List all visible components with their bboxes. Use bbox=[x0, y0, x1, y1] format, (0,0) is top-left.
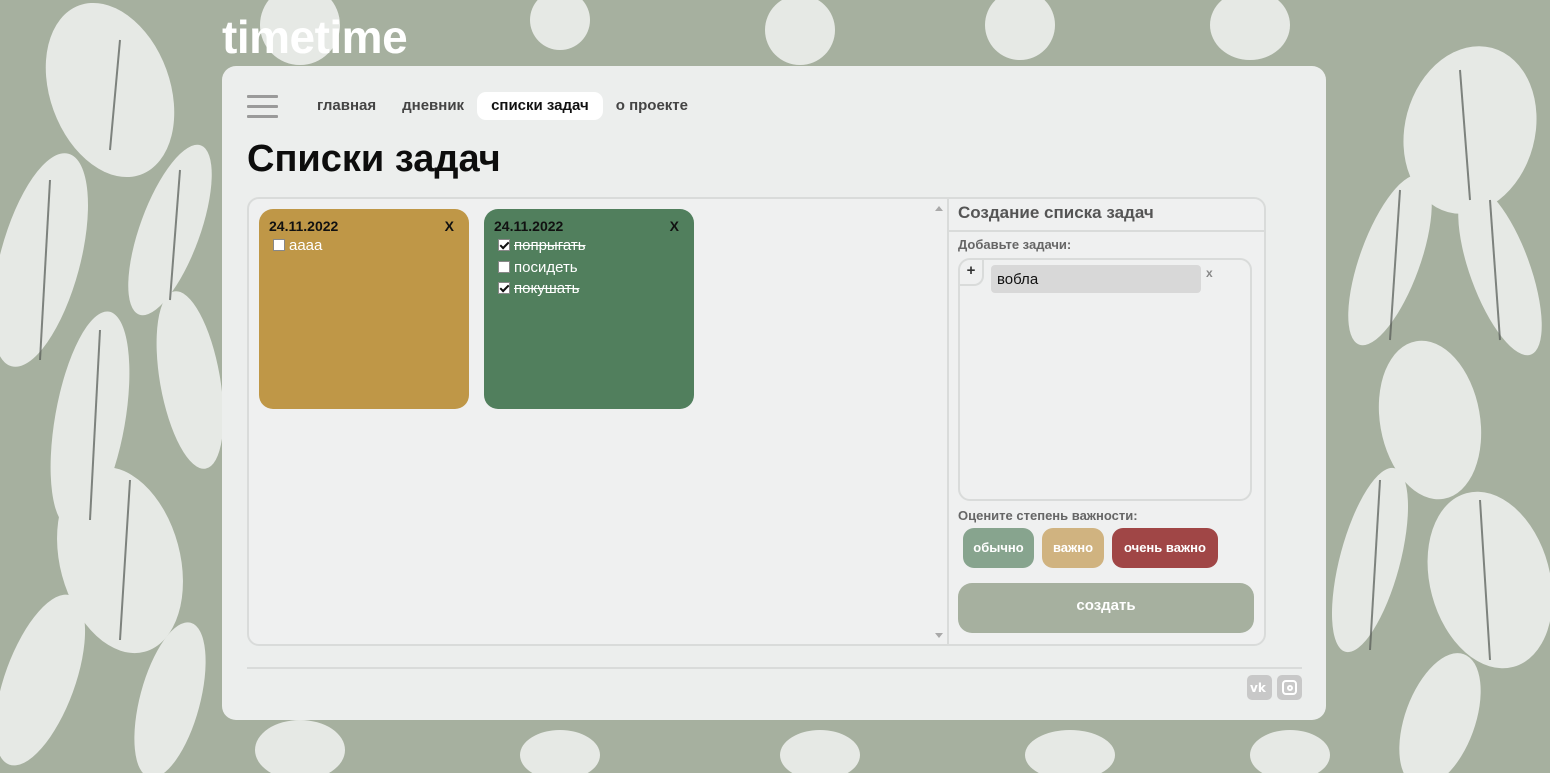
instagram-icon[interactable] bbox=[1277, 675, 1302, 700]
task-text: аааа bbox=[289, 236, 323, 254]
page-title: Списки задач bbox=[247, 138, 501, 180]
importance-normal-button[interactable]: обычно bbox=[963, 528, 1034, 568]
create-list-button[interactable]: создать bbox=[958, 583, 1254, 633]
task-list-card: 24.11.2022 X аааа bbox=[259, 209, 469, 409]
nav-item-about[interactable]: о проекте bbox=[603, 92, 701, 120]
task-checkbox[interactable] bbox=[498, 261, 510, 273]
importance-important-button[interactable]: важно bbox=[1042, 528, 1104, 568]
task-item: попрыгать bbox=[498, 236, 586, 254]
add-tasks-label: Добавьте задачи: bbox=[958, 237, 1072, 252]
menu-icon[interactable] bbox=[247, 95, 278, 118]
nav-item-diary[interactable]: дневник bbox=[389, 92, 477, 120]
nav-item-task-lists[interactable]: списки задач bbox=[477, 92, 603, 120]
app-logo[interactable]: timetime bbox=[222, 10, 408, 64]
task-item: покушать bbox=[498, 279, 579, 297]
main-card: главная дневник списки задач о проекте С… bbox=[222, 66, 1326, 720]
form-title-divider bbox=[949, 230, 1264, 232]
remove-task-button[interactable]: x bbox=[1206, 266, 1213, 280]
task-list-date: 24.11.2022 bbox=[269, 218, 339, 234]
importance-very-important-button[interactable]: очень важно bbox=[1112, 528, 1218, 568]
task-text: попрыгать bbox=[514, 236, 586, 254]
task-text: покушать bbox=[514, 279, 580, 297]
create-list-title: Создание списка задач bbox=[958, 203, 1154, 222]
panel-divider bbox=[947, 199, 949, 644]
task-checkbox[interactable] bbox=[498, 282, 510, 294]
task-text: посидеть bbox=[514, 258, 578, 276]
task-item: посидеть bbox=[498, 258, 578, 276]
footer-divider bbox=[247, 667, 1302, 669]
main-nav: главная дневник списки задач о проекте bbox=[304, 92, 701, 120]
delete-list-button[interactable]: X bbox=[670, 218, 679, 234]
task-item: аааа bbox=[273, 236, 322, 254]
scroll-up-arrow-icon[interactable] bbox=[935, 206, 943, 211]
task-lists-area[interactable]: 24.11.2022 X аааа 24.11.2022 X попрыгать… bbox=[249, 199, 947, 644]
task-list-date: 24.11.2022 bbox=[494, 218, 564, 234]
scroll-down-arrow-icon[interactable] bbox=[935, 633, 943, 638]
task-checkbox[interactable] bbox=[273, 239, 285, 251]
new-task-input[interactable] bbox=[991, 265, 1201, 293]
task-checkbox[interactable] bbox=[498, 239, 510, 251]
task-lists-panel: 24.11.2022 X аааа 24.11.2022 X попрыгать… bbox=[247, 197, 1266, 646]
add-task-button[interactable]: + bbox=[960, 260, 984, 286]
nav-item-home[interactable]: главная bbox=[304, 92, 389, 120]
importance-label: Оцените степень важности: bbox=[958, 508, 1138, 523]
vk-icon[interactable]: vk bbox=[1247, 675, 1272, 700]
delete-list-button[interactable]: X bbox=[445, 218, 454, 234]
task-list-card: 24.11.2022 X попрыгать посидеть покушать bbox=[484, 209, 694, 409]
new-tasks-box: + x bbox=[958, 258, 1252, 501]
